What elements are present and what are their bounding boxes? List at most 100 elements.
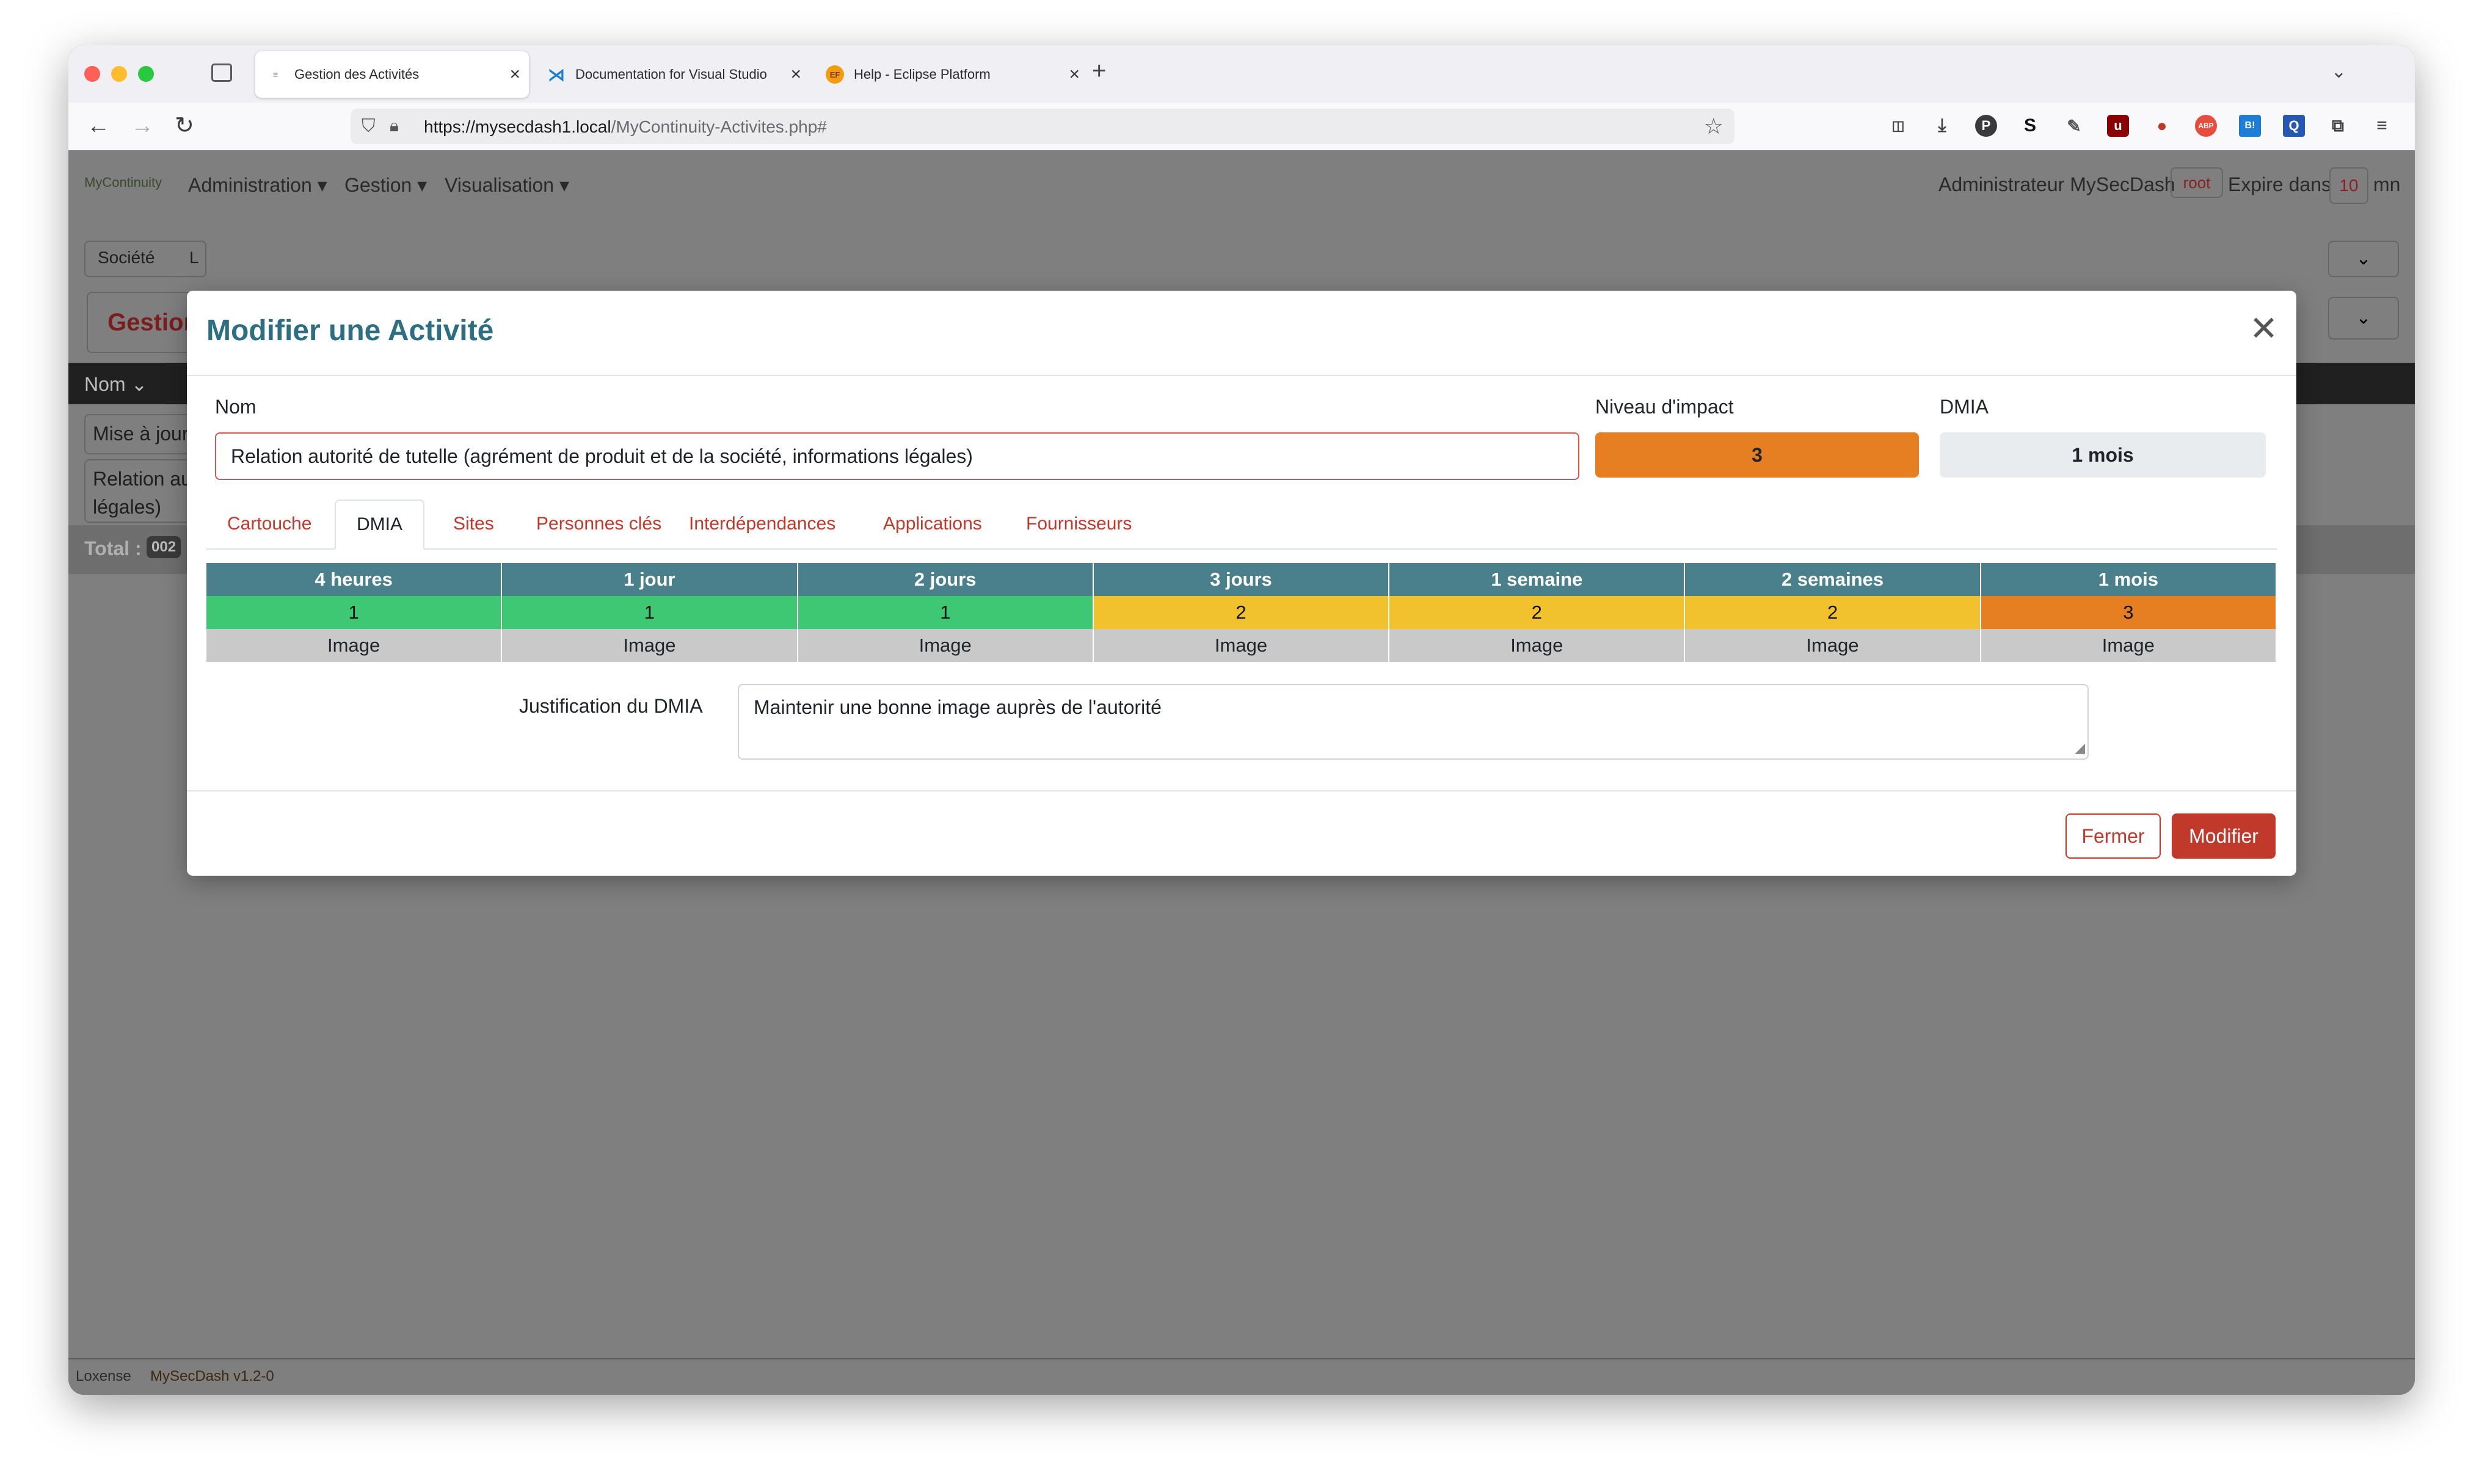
impact-type-cell: Image (1685, 629, 1981, 662)
menu-icon[interactable]: ≡ (2371, 115, 2393, 137)
total-value: 002 (147, 536, 181, 558)
browser-tab-activities[interactable]: ≡ Gestion des Activités × (255, 51, 529, 98)
menu-gestion[interactable]: Gestion ▾ (344, 173, 427, 197)
select-chevron-icon[interactable]: ⌄ (2328, 297, 2399, 340)
browser-tab-vscode-docs[interactable]: ⋊ Documentation for Visual Studio × (536, 51, 810, 98)
vscode-favicon-icon: ⋊ (548, 65, 565, 84)
resize-grip-icon[interactable]: ◢ (2075, 740, 2085, 756)
url-host: https://mysecdash1.local (424, 117, 611, 136)
period-header-cell: 2 semaines (1685, 563, 1981, 596)
modal-header: Modifier une Activité ✕ (187, 291, 2296, 376)
impact-cell[interactable]: 2 (1389, 596, 1686, 629)
row-cell: Relation au (93, 468, 192, 490)
table-row[interactable]: Mise à jour (84, 414, 200, 454)
download-icon[interactable]: ⤓ (1931, 115, 1953, 137)
tab-sites[interactable]: Sites (432, 500, 515, 548)
justification-textarea[interactable]: Maintenir une bonne image auprès de l'au… (738, 684, 2089, 760)
dmia-grid: 4 heures 1 jour 2 jours 3 jours 1 semaine 2 s… (206, 563, 2277, 662)
filter-societe[interactable]: Société L (84, 241, 206, 277)
close-window-button[interactable] (84, 66, 100, 82)
modal-footer: Fermer Modifier (187, 790, 2296, 877)
row-cell: légales) (93, 496, 162, 518)
tab-dmia[interactable]: DMIA (335, 500, 424, 550)
row-cell: Mise à jour (93, 423, 189, 445)
impact-cell[interactable]: 1 (798, 596, 1094, 629)
tab-personnes-cles[interactable]: Personnes clés (515, 500, 682, 548)
tab-applications[interactable]: Applications (862, 500, 1003, 548)
p-icon[interactable]: P (1975, 115, 1997, 137)
close-button[interactable]: Fermer (2065, 813, 2161, 859)
minimize-window-button[interactable] (111, 66, 127, 82)
close-tab-icon[interactable]: × (1069, 64, 1080, 85)
impact-type-cell: Image (206, 629, 503, 662)
filter-dropdown-chevron-icon[interactable]: ⌄ (2328, 241, 2399, 277)
browser-tab-eclipse-help[interactable]: EF Help - Eclipse Platform × (815, 51, 1088, 98)
period-header-cell: 1 jour (502, 563, 798, 596)
close-tab-icon[interactable]: × (509, 64, 520, 85)
page-heading: Gestion (107, 309, 198, 336)
tab-interdependances[interactable]: Interdépendances (668, 500, 856, 548)
abp-icon[interactable]: ABP (2195, 115, 2217, 137)
period-header-cell: 1 semaine (1389, 563, 1686, 596)
url-path: /MyContinuity-Activites.php# (611, 117, 827, 136)
name-label: Nom (215, 396, 257, 418)
pen-icon[interactable]: ✎ (2063, 115, 2085, 137)
pocket-icon[interactable]: ◫ (1887, 115, 1909, 137)
cookie-icon[interactable]: ● (2151, 115, 2173, 137)
eclipse-favicon-icon: EF (826, 65, 844, 84)
dmia-label: DMIA (1940, 396, 1989, 418)
tab-title: Documentation for Visual Studio (575, 67, 767, 82)
reload-icon[interactable]: ↻ (175, 114, 194, 138)
modal-tabs: Cartouche DMIA Sites Personnes clés Inte… (206, 500, 2277, 550)
url-text[interactable]: https://mysecdash1.local/MyContinuity-Ac… (424, 117, 827, 137)
impact-cell[interactable]: 3 (1981, 596, 2277, 629)
user-badge: root (2171, 167, 2223, 198)
filter-tail: L (189, 248, 199, 267)
total-label: Total : (84, 537, 142, 559)
period-header-cell: 3 jours (1093, 563, 1390, 596)
expire-unit: mn (2373, 173, 2401, 195)
col-header-nom[interactable]: Nom ⌄ (84, 373, 147, 396)
period-header-cell: 1 mois (1981, 563, 2277, 596)
new-tab-button[interactable]: + (1092, 57, 1106, 85)
justification-label: Justification du DMIA (519, 695, 703, 717)
bookmark-star-icon[interactable]: ☆ (1704, 114, 1723, 139)
list-all-tabs-icon[interactable]: ⌄ (2331, 61, 2346, 82)
back-arrow-icon[interactable]: ← (87, 114, 110, 138)
forward-arrow-icon[interactable]: → (131, 114, 154, 138)
close-icon[interactable]: ✕ (2249, 311, 2278, 346)
shield-icon[interactable]: ⛉ (362, 116, 376, 137)
footer-brand: Loxense (76, 1368, 131, 1384)
close-tab-icon[interactable]: × (790, 64, 801, 85)
address-bar[interactable]: ⛉ 🔒︎ https://mysecdash1.local/MyContinui… (351, 109, 1734, 144)
app-logo: MyContinuity (84, 175, 162, 190)
lock-icon[interactable]: 🔒︎ (390, 116, 399, 136)
impact-cell[interactable]: 2 (1093, 596, 1390, 629)
tab-overview-icon[interactable] (211, 64, 232, 82)
tab-title: Gestion des Activités (294, 67, 420, 82)
zoom-window-button[interactable] (138, 66, 154, 82)
puzzle-icon[interactable]: ⧉ (2327, 115, 2349, 137)
table-row[interactable]: Relation au légales) (84, 459, 200, 523)
impact-cell[interactable]: 1 (206, 596, 503, 629)
tab-cartouche[interactable]: Cartouche (206, 500, 332, 548)
tab-fournisseurs[interactable]: Fournisseurs (1005, 500, 1152, 548)
name-input[interactable]: Relation autorité de tutelle (agrément d… (215, 432, 1579, 480)
q-icon[interactable]: Q (2283, 115, 2305, 137)
ublock-icon[interactable]: u (2107, 115, 2129, 137)
bookmark-icon[interactable]: B! (2239, 115, 2261, 137)
impact-type-cell: Image (502, 629, 798, 662)
impact-cell[interactable]: 2 (1685, 596, 1981, 629)
modify-button[interactable]: Modifier (2172, 813, 2276, 859)
menu-administration[interactable]: Administration ▾ (188, 173, 327, 197)
dmia-value-badge: 1 mois (1940, 432, 2266, 478)
impact-cell[interactable]: 1 (502, 596, 798, 629)
period-header-cell: 4 heures (206, 563, 503, 596)
impact-level-badge: 3 (1595, 432, 1919, 478)
user-name: Administrateur MySecDash (1938, 173, 2175, 195)
s-icon[interactable]: S (2019, 115, 2041, 137)
menu-visualisation[interactable]: Visualisation ▾ (445, 173, 569, 197)
modal-title: Modifier une Activité (206, 315, 494, 347)
impact-type-cell: Image (1093, 629, 1390, 662)
tab-bar: ≡ Gestion des Activités × ⋊ Documentatio… (68, 45, 2415, 103)
